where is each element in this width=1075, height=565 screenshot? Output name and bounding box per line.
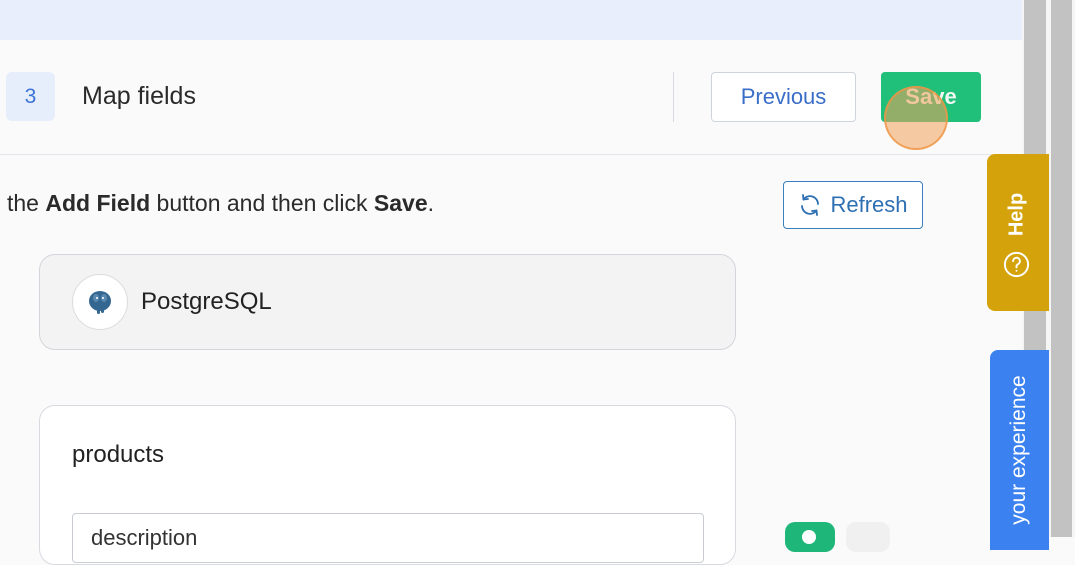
step-title: Map fields [82, 82, 196, 110]
refresh-button[interactable]: Refresh [783, 181, 923, 229]
feedback-label: your experience [1007, 375, 1030, 525]
top-banner [0, 0, 1022, 40]
help-label: Help [1005, 192, 1028, 237]
instruction-text: the Add Field button and then click Save… [7, 190, 434, 217]
refresh-label: Refresh [830, 192, 908, 217]
instruction-add-field: Add Field [45, 190, 151, 216]
field-toggle[interactable] [785, 522, 835, 552]
instruction-prefix: the [7, 190, 46, 216]
refresh-icon [801, 194, 820, 216]
table-name: products [72, 441, 165, 468]
header-divider [673, 72, 674, 122]
help-label-wrap: Help [1004, 186, 1030, 246]
feedback-label-wrap: your experience [990, 350, 1049, 537]
step-number-badge: 3 [6, 72, 55, 121]
instruction-save: Save [373, 190, 428, 216]
scrollbar-track-outer[interactable] [1051, 0, 1072, 537]
previous-button[interactable]: Previous [711, 72, 856, 122]
instruction-suffix: . [427, 190, 435, 216]
postgresql-logo-icon [72, 274, 128, 330]
click-indicator [884, 86, 948, 150]
field-input[interactable] [72, 513, 704, 563]
instruction-middle: button and then click [150, 190, 374, 216]
field-option-chip[interactable] [846, 522, 890, 552]
question-circle-icon [1003, 251, 1030, 278]
app-name: PostgreSQL [141, 288, 272, 315]
